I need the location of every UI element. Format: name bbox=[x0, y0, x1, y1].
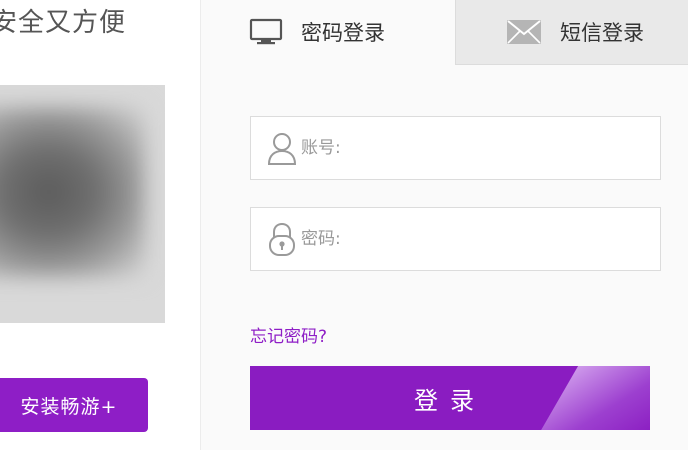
account-input[interactable] bbox=[299, 128, 660, 168]
promo-panel: 安全又方便 安装畅游+ bbox=[0, 0, 201, 450]
lock-icon bbox=[265, 219, 299, 259]
install-app-button[interactable]: 安装畅游+ bbox=[0, 378, 148, 432]
tab-sms-label: 短信登录 bbox=[560, 21, 644, 45]
password-input[interactable] bbox=[299, 219, 660, 259]
tab-password-label: 密码登录 bbox=[301, 21, 385, 45]
login-panel: 密码登录 短信登录 账号: 忘记密码? 登录 bbox=[201, 0, 688, 450]
tab-password-login[interactable]: 密码登录 bbox=[201, 0, 455, 64]
promo-text: 安全又方便 bbox=[0, 8, 127, 38]
forgot-password-link[interactable]: 忘记密码? bbox=[250, 322, 327, 347]
qr-code-blur bbox=[0, 107, 145, 277]
login-button[interactable]: 登录 bbox=[250, 366, 650, 430]
qr-code bbox=[0, 85, 165, 323]
tab-sms-login[interactable]: 短信登录 bbox=[455, 0, 688, 65]
login-button-shine bbox=[526, 366, 650, 430]
user-icon bbox=[265, 128, 299, 168]
login-button-label: 登录 bbox=[414, 386, 486, 415]
password-field[interactable] bbox=[250, 207, 661, 271]
envelope-icon bbox=[506, 19, 542, 45]
monitor-icon bbox=[249, 18, 283, 46]
account-field[interactable] bbox=[250, 116, 661, 180]
